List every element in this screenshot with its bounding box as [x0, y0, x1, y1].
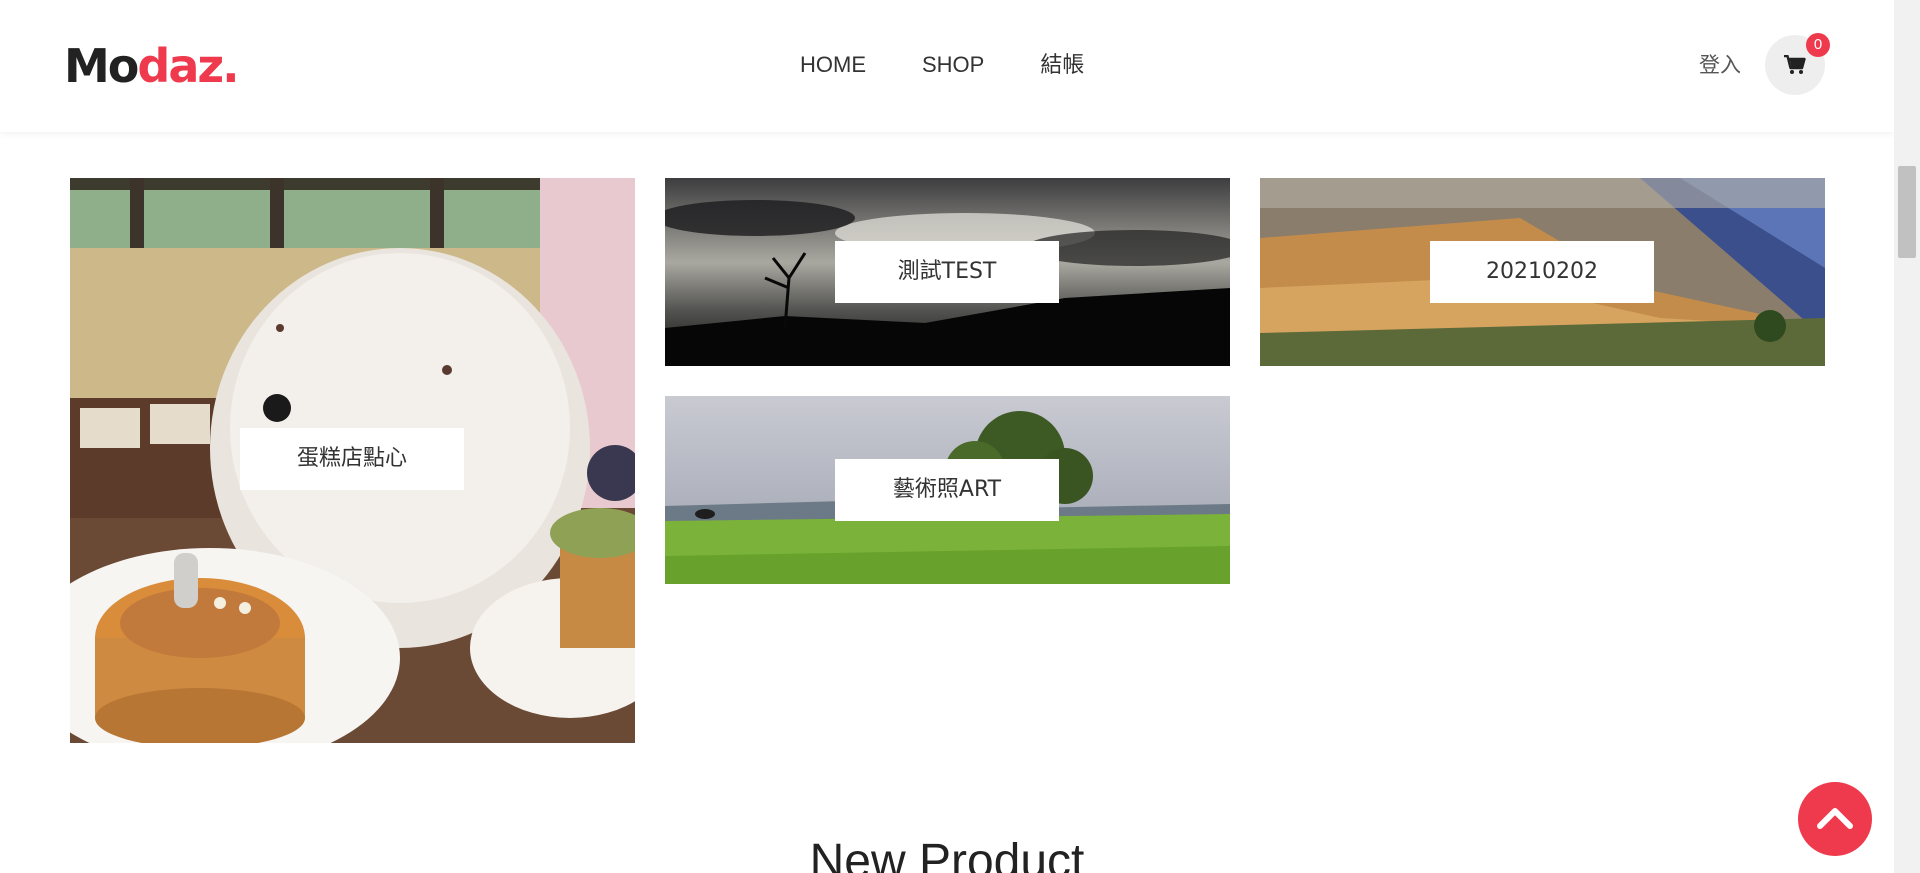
back-to-top-button[interactable] [1798, 782, 1872, 856]
section-title-new-product: New Product [809, 835, 1085, 873]
nav-item-home[interactable]: HOME [800, 48, 866, 82]
category-tile-art[interactable]: 藝術照ART [665, 396, 1230, 584]
category-label-cake: 蛋糕店點心 [240, 428, 464, 490]
chevron-up-icon [1817, 808, 1853, 829]
category-tile-20210202[interactable]: 20210202 [1260, 178, 1825, 366]
cart-count-badge: 0 [1806, 33, 1830, 57]
site-header: Modaz. HOME SHOP 結帳 登入 0 [0, 0, 1894, 132]
category-label-art: 藝術照ART [835, 459, 1059, 521]
page-scrollbar[interactable] [1894, 0, 1920, 873]
nav-item-checkout[interactable]: 結帳 [1040, 48, 1084, 82]
logo-text-accent: daz. [137, 39, 239, 93]
main-nav: HOME SHOP 結帳 [800, 48, 1084, 82]
page: Modaz. HOME SHOP 結帳 登入 0 蛋糕店點心 測試TEST 20… [0, 0, 1920, 873]
scrollbar-thumb[interactable] [1898, 166, 1916, 258]
category-label-test: 測試TEST [835, 241, 1059, 303]
category-tile-cake[interactable]: 蛋糕店點心 [70, 178, 635, 743]
logo[interactable]: Modaz. [64, 38, 240, 94]
category-label-20210202: 20210202 [1430, 241, 1654, 303]
category-tile-test[interactable]: 測試TEST [665, 178, 1230, 366]
cart-button[interactable]: 0 [1765, 33, 1830, 95]
nav-item-shop[interactable]: SHOP [922, 48, 984, 82]
login-link[interactable]: 登入 [1699, 48, 1741, 82]
cart-icon [1784, 55, 1806, 74]
logo-text-main: Mo [64, 39, 139, 93]
